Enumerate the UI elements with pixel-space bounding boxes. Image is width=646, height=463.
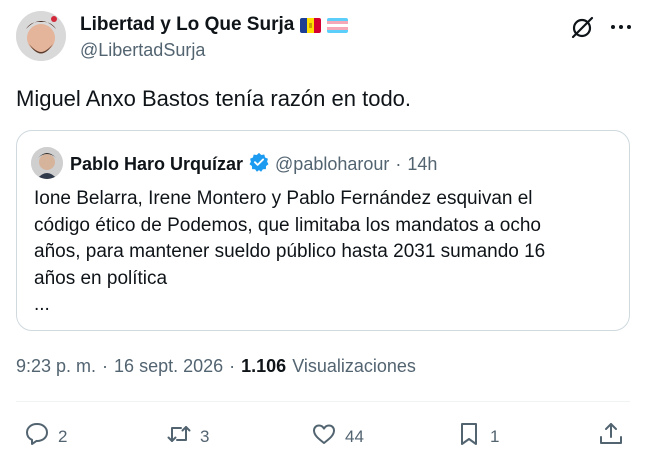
reply-button[interactable]: 2 bbox=[24, 421, 67, 452]
meta-separator: · bbox=[102, 356, 109, 376]
reply-count: 2 bbox=[58, 426, 68, 446]
quoted-text-line: Ione Belarra, Irene Montero y Pablo Fern… bbox=[34, 188, 533, 209]
repost-button[interactable]: 3 bbox=[166, 421, 209, 452]
quoted-text-line: años, para mantener sueldo público hasta… bbox=[34, 241, 546, 262]
post-date[interactable]: 16 sept. 2026 bbox=[114, 356, 223, 377]
bookmark-icon bbox=[456, 421, 482, 452]
quoted-text-line: código ético de Podemos, que limitaba lo… bbox=[34, 214, 541, 236]
author-name[interactable]: Libertad y Lo Que Surja bbox=[80, 14, 349, 36]
like-icon bbox=[311, 421, 337, 452]
quoted-author-name[interactable]: Pablo Haro Urquízar bbox=[70, 154, 243, 175]
quoted-timestamp[interactable]: 14h bbox=[407, 154, 437, 175]
andorra-flag-icon bbox=[300, 17, 322, 33]
quoted-text-line: años en política bbox=[34, 267, 168, 289]
quoted-post[interactable]: Pablo Haro Urquízar @pabloharour · 14h I… bbox=[16, 130, 630, 331]
quoted-author-avatar[interactable] bbox=[31, 147, 63, 179]
meta-separator: · bbox=[229, 356, 236, 376]
bookmark-button[interactable]: 1 bbox=[456, 421, 499, 452]
views-label[interactable]: Visualizaciones bbox=[292, 356, 416, 377]
author-handle[interactable]: @LibertadSurja bbox=[80, 40, 205, 61]
quoted-text-ellipsis: ... bbox=[34, 294, 50, 315]
post-time[interactable]: 9:23 p. m. bbox=[16, 356, 96, 377]
quoted-header: Pablo Haro Urquízar @pabloharour · 14h bbox=[70, 152, 437, 177]
grok-icon[interactable] bbox=[570, 14, 596, 40]
quoted-text: Ione Belarra, Irene Montero y Pablo Fern… bbox=[34, 186, 619, 319]
reply-icon bbox=[24, 421, 50, 452]
verified-badge-icon bbox=[249, 152, 269, 177]
more-icon[interactable] bbox=[608, 14, 634, 40]
like-button[interactable]: 44 bbox=[311, 421, 364, 452]
quoted-separator: · bbox=[395, 154, 402, 174]
author-avatar[interactable] bbox=[16, 11, 66, 61]
share-icon bbox=[598, 421, 624, 452]
repost-count: 3 bbox=[200, 426, 210, 446]
repost-icon bbox=[166, 421, 192, 452]
author-name-text: Libertad y Lo Que Surja bbox=[80, 14, 295, 35]
transgender-flag-icon bbox=[327, 17, 349, 33]
post-text: Miguel Anxo Bastos tenía razón en todo. bbox=[16, 86, 412, 111]
post-meta: 9:23 p. m. · 16 sept. 2026 · 1.106 Visua… bbox=[16, 356, 416, 377]
like-count: 44 bbox=[345, 426, 364, 446]
divider bbox=[16, 401, 630, 402]
share-button[interactable] bbox=[598, 421, 624, 452]
quoted-author-handle[interactable]: @pabloharour bbox=[275, 154, 389, 175]
bookmark-count: 1 bbox=[490, 426, 500, 446]
views-count: 1.106 bbox=[241, 356, 287, 376]
